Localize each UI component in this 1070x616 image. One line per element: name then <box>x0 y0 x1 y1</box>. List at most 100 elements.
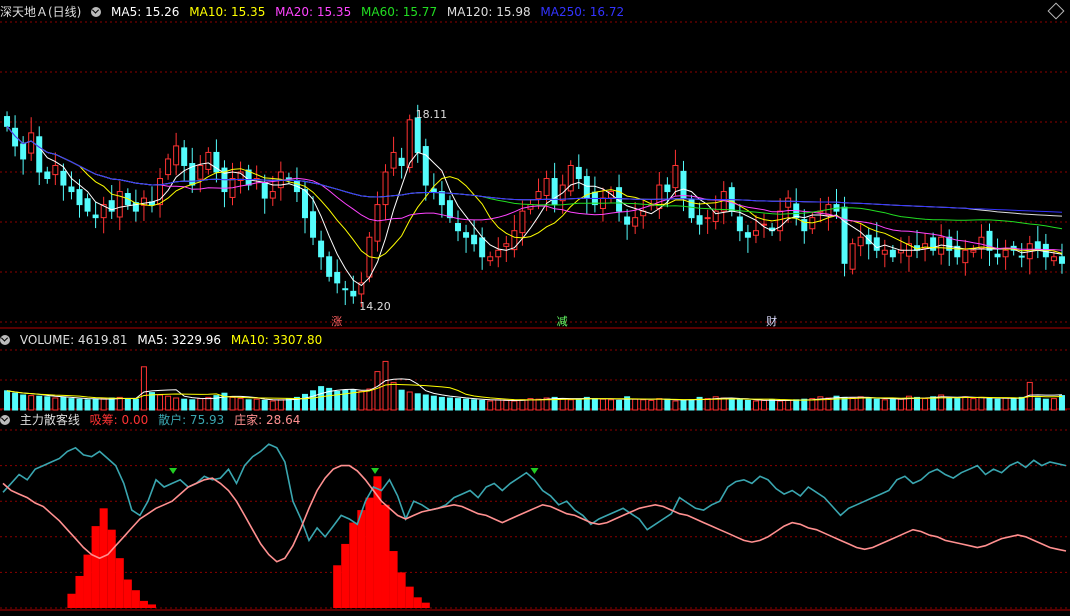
volume-bar <box>519 399 526 411</box>
volume-bar <box>390 381 397 411</box>
collapse-icon[interactable] <box>91 7 102 17</box>
candle-body <box>632 217 639 227</box>
volume-ma10-label: MA10: 3307.80 <box>230 333 323 347</box>
volume-bar <box>454 398 461 411</box>
volume-bar <box>688 399 695 411</box>
volume-bar <box>841 396 848 411</box>
volume-bar <box>253 398 260 411</box>
candle-body <box>1058 256 1065 264</box>
absorb-bar <box>397 572 406 608</box>
volume-bar <box>237 398 244 411</box>
candle-body <box>342 288 349 291</box>
absorb-bar <box>405 586 414 608</box>
volume-bar <box>785 399 792 411</box>
candle-body <box>1002 249 1009 258</box>
ma20-label: MA20: 15.35 <box>275 5 352 19</box>
volume-bar <box>640 399 647 411</box>
candle-body <box>519 210 526 234</box>
volume-collapse-icon[interactable] <box>0 335 10 345</box>
volume-bar <box>664 398 671 411</box>
candle-body <box>390 151 397 169</box>
volume-bar <box>752 400 759 411</box>
volume-bar <box>857 396 864 411</box>
ma20-line <box>6 125 1063 251</box>
event-marker-2: 财 <box>766 314 777 328</box>
volume-bar <box>978 396 985 411</box>
volume-bar <box>60 396 67 411</box>
candle-body <box>181 147 188 166</box>
volume-bar <box>76 398 83 411</box>
volume-bar <box>100 398 107 411</box>
volume-bar <box>946 396 953 411</box>
indicator-collapse-icon[interactable] <box>0 415 10 425</box>
absorb-bar <box>67 593 76 608</box>
candle-body <box>664 184 671 193</box>
absorb-bar <box>107 529 116 608</box>
event-marker-0: 涨 <box>331 315 342 328</box>
volume-bar <box>591 398 598 411</box>
volume-bar <box>616 399 623 411</box>
volume-bar <box>914 396 921 411</box>
candle-body <box>680 170 687 199</box>
volume-bar <box>422 394 429 411</box>
candle-body <box>712 210 719 223</box>
volume-bar <box>205 396 212 411</box>
volume-bar <box>994 398 1001 411</box>
volume-bar <box>1058 395 1065 411</box>
volume-bar <box>463 398 470 411</box>
candle-body <box>881 249 888 255</box>
volume-bar <box>245 399 252 411</box>
candle-body <box>857 236 864 247</box>
volume-bar <box>970 398 977 411</box>
volume-bar <box>744 399 751 411</box>
candle-body <box>551 178 558 206</box>
volume-bar <box>511 400 518 411</box>
volume-bar <box>495 399 502 411</box>
volume-bar <box>358 390 365 411</box>
volume-bar <box>608 399 615 411</box>
volume-bar <box>28 395 35 411</box>
volume-bar <box>116 396 123 411</box>
candle-body <box>994 253 1001 258</box>
candle-body <box>398 157 405 166</box>
candle-body <box>487 256 494 262</box>
candle-body <box>334 271 341 284</box>
absorb-bar <box>333 565 342 608</box>
candle-body <box>624 216 631 225</box>
candle-body <box>157 178 164 206</box>
volume-bar <box>36 395 43 411</box>
candle-body <box>4 116 11 127</box>
absorb-bar <box>413 597 422 608</box>
stock-title[interactable]: 深天地Ａ(日线) <box>0 5 81 19</box>
volume-bar <box>503 399 510 411</box>
volume-bar <box>4 390 11 411</box>
volume-bar <box>124 398 131 411</box>
chart-canvas[interactable]: 18.11 14.20 涨 减 财 <box>0 0 1070 616</box>
candle-body <box>785 197 792 208</box>
volume-bar <box>20 394 27 411</box>
candle-body <box>197 164 204 180</box>
volume-bar <box>865 398 872 411</box>
candle-body <box>84 198 91 212</box>
volume-bar <box>68 398 75 411</box>
candle-body <box>970 249 977 253</box>
volume-bar <box>962 396 969 411</box>
candle-body <box>672 164 679 189</box>
volume-bar <box>720 397 727 411</box>
volume-bar <box>189 399 196 411</box>
volume-bar <box>849 397 856 411</box>
volume-bar <box>1050 398 1057 411</box>
volume-bar <box>374 371 381 411</box>
candle-body <box>44 171 51 180</box>
candle-body <box>849 243 856 270</box>
volume-bar <box>1042 398 1049 411</box>
volume-bar <box>430 395 437 411</box>
candle-body <box>28 132 35 154</box>
absorb-bar <box>147 604 157 608</box>
volume-bar <box>575 398 582 411</box>
volume-bar <box>873 398 880 411</box>
candle-body <box>165 158 172 176</box>
volume-bar <box>777 400 784 411</box>
candle-body <box>382 171 389 206</box>
indicator-panel-header: 主力散客线 吸筹: 0.00 散户: 75.93 庄家: 28.64 <box>0 411 306 429</box>
